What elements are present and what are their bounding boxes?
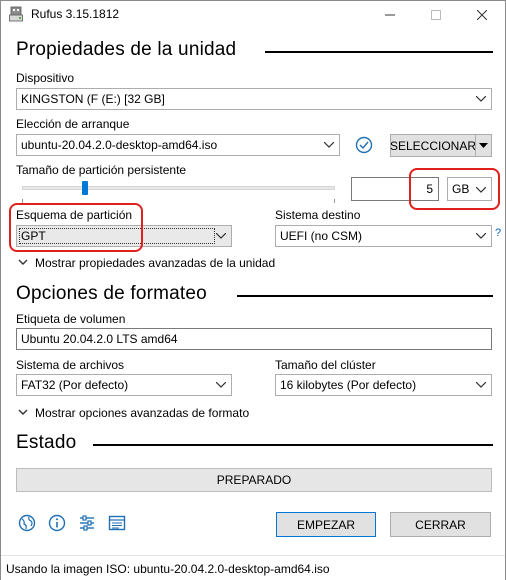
usb-drive-icon (9, 6, 23, 22)
status-progress-bar: PREPARADO (16, 468, 492, 492)
status-text: PREPARADO (216, 473, 292, 487)
highlight-annotation (409, 168, 500, 210)
maximize-icon (431, 10, 441, 20)
window-title: Rufus 3.15.1812 (31, 7, 120, 21)
cluster-size-value: 16 kilobytes (Por defecto) (280, 378, 417, 392)
maximize-button[interactable] (413, 1, 459, 29)
target-system-select[interactable]: UEFI (no CSM) (275, 225, 492, 247)
close-window-button[interactable] (459, 1, 505, 29)
drive-properties-heading: Propiedades de la unidad (16, 39, 237, 60)
status-bar: Usando la imagen ISO: ubuntu-20.04.2.0-d… (1, 555, 505, 580)
advanced-drive-toggle[interactable]: Mostrar propiedades avanzadas de la unid… (35, 256, 275, 270)
volume-label-value: Ubuntu 20.04.2.0 LTS amd64 (21, 332, 178, 346)
boot-selection-value: ubuntu-20.04.2.0-desktop-amd64.iso (21, 138, 218, 152)
globe-icon[interactable] (18, 514, 36, 532)
boot-selection-select[interactable]: ubuntu-20.04.2.0-desktop-amd64.iso (16, 134, 340, 156)
status-heading: Estado (16, 432, 77, 453)
volume-label-input[interactable]: Ubuntu 20.04.2.0 LTS amd64 (16, 328, 492, 350)
log-icon[interactable] (108, 514, 126, 532)
chevron-down-icon (214, 378, 228, 392)
select-image-dropdown[interactable] (475, 134, 492, 157)
cluster-size-label: Tamaño del clúster (275, 358, 376, 372)
device-select[interactable]: KINGSTON (F (E:) [32 GB] (16, 88, 492, 110)
select-image-button[interactable]: SELECCIONAR (390, 134, 476, 157)
sliders-icon[interactable] (78, 514, 96, 532)
persistent-size-slider[interactable] (22, 186, 335, 190)
info-icon[interactable] (48, 514, 66, 532)
chevron-down-icon (474, 92, 488, 106)
persistent-partition-label: Tamaño de partición persistente (16, 163, 187, 177)
boot-selection-label: Elección de arranque (16, 117, 130, 131)
device-label: Dispositivo (16, 71, 75, 85)
target-help-link[interactable]: ? (495, 227, 501, 239)
minimize-icon (385, 14, 395, 16)
chevron-down-icon (214, 229, 228, 243)
persistent-slider-thumb[interactable] (82, 181, 88, 195)
chevron-down-icon (474, 378, 488, 392)
advanced-format-toggle[interactable]: Mostrar opciones avanzadas de formato (35, 406, 249, 420)
chevron-down-icon (322, 138, 336, 152)
cluster-size-select[interactable]: 16 kilobytes (Por defecto) (275, 374, 492, 396)
volume-label-label: Etiqueta de volumen (16, 312, 126, 326)
format-options-heading: Opciones de formateo (16, 283, 207, 304)
title-bar[interactable]: Rufus 3.15.1812 (1, 1, 505, 29)
section-divider (93, 444, 493, 446)
chevron-down-icon[interactable] (18, 257, 28, 267)
file-system-value: FAT32 (Por defecto) (21, 378, 129, 392)
chevron-down-icon[interactable] (18, 407, 28, 417)
chevron-down-icon (474, 229, 488, 243)
target-system-label: Sistema destino (275, 208, 361, 222)
status-bar-text: Usando la imagen ISO: ubuntu-20.04.2.0-d… (6, 562, 330, 576)
highlight-annotation (9, 203, 143, 252)
file-system-label: Sistema de archivos (16, 358, 125, 372)
rufus-window: Rufus 3.15.1812 Propiedades de la unidad… (0, 0, 506, 580)
file-system-select[interactable]: FAT32 (Por defecto) (16, 374, 232, 396)
target-system-value: UEFI (no CSM) (280, 229, 363, 243)
checksum-check-icon[interactable] (355, 136, 373, 154)
start-button[interactable]: EMPEZAR (276, 512, 376, 537)
device-value: KINGSTON (F (E:) [32 GB] (21, 92, 165, 106)
close-button[interactable]: CERRAR (390, 512, 491, 537)
caret-down-icon (479, 142, 488, 148)
close-icon (477, 10, 487, 20)
minimize-button[interactable] (367, 1, 413, 29)
section-divider (237, 295, 493, 297)
section-divider (265, 51, 493, 53)
